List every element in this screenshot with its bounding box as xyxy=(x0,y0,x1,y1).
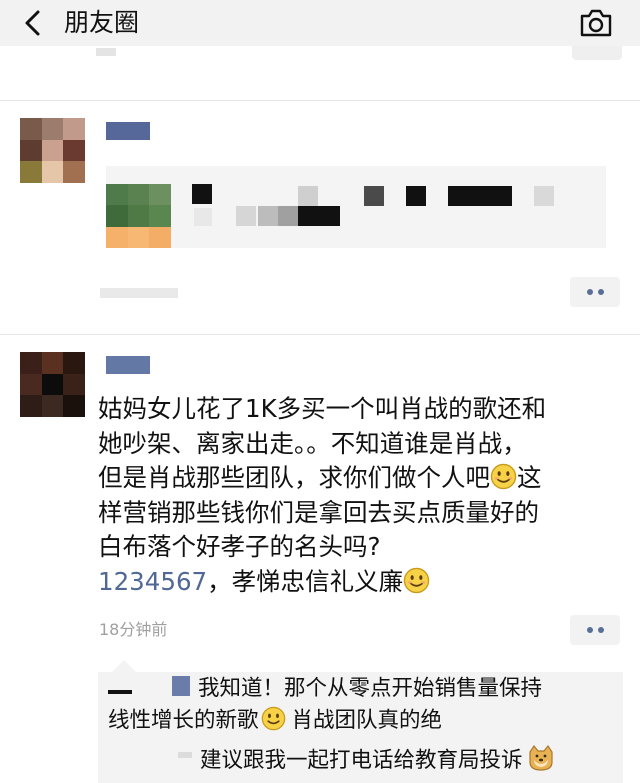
shared-link-card[interactable] xyxy=(106,166,606,248)
page-title: 朋友圈 xyxy=(64,8,140,37)
obscured-text-block xyxy=(364,186,384,206)
post-text-line: 1234567，孝悌忠信礼义廉 xyxy=(98,565,623,600)
more-actions-button[interactable] xyxy=(570,277,620,307)
post-text-fragment: ，孝悌忠信礼义廉 xyxy=(207,566,404,596)
comment-text: 线性增长的新歌 肖战团队真的绝 xyxy=(108,706,442,736)
camera-icon[interactable] xyxy=(577,6,615,40)
obscured-commenter-name[interactable] xyxy=(178,752,192,758)
obscured-text-block xyxy=(278,206,298,226)
post-text-fragment: 这 xyxy=(517,463,542,492)
post-text-line: 姑妈女儿花了1K多买一个叫肖战的歌还和 xyxy=(98,394,547,423)
post-text-fragment: 但是肖战那些团队，求你们做个人吧 xyxy=(98,463,490,492)
comment-text-fragment: 肖战团队真的绝 xyxy=(291,708,443,733)
obscured-text-block xyxy=(236,206,256,226)
post-text-line: 白布落个好孝子的名头吗? xyxy=(98,532,381,561)
obscured-text-block xyxy=(298,206,340,226)
phone-number-link[interactable]: 1234567 xyxy=(98,567,207,596)
obscured-text-block xyxy=(258,206,278,226)
comment-text: 我知道！那个从零点开始销售量保持 xyxy=(198,676,543,701)
obscured-text-block xyxy=(298,186,318,206)
obscured-commenter-name[interactable] xyxy=(108,690,132,694)
smile-emoji-icon xyxy=(261,706,285,731)
username-blurred[interactable] xyxy=(106,122,150,140)
feed-divider xyxy=(0,334,640,335)
smile-emoji-icon xyxy=(490,463,517,490)
comment-text: 建议跟我一起打电话给教育局投诉 xyxy=(200,744,555,776)
dot-icon xyxy=(586,627,593,633)
obscured-text-block xyxy=(534,186,554,206)
obscured-timestamp xyxy=(100,288,178,298)
previous-item-fragment xyxy=(96,48,116,56)
smile-emoji-icon xyxy=(403,567,430,593)
post-timestamp: 18分钟前 xyxy=(99,620,168,639)
dot-icon xyxy=(597,627,604,633)
post-text-line: 样营销那些钱你们是拿回去买点质量好的 xyxy=(98,497,539,527)
previous-more-button-fragment[interactable] xyxy=(572,46,622,60)
dot-icon xyxy=(586,289,593,295)
obscured-commenter-name[interactable] xyxy=(172,676,190,696)
obscured-text-block xyxy=(194,208,212,226)
obscured-text-block xyxy=(448,186,512,206)
post-text-line: 但是肖战那些团队，求你们做个人吧这 xyxy=(98,461,623,496)
comment-text-fragment: 建议跟我一起打电话给教育局投诉 xyxy=(200,748,523,773)
comment-box-arrow xyxy=(112,660,136,672)
avatar[interactable] xyxy=(20,118,85,183)
obscured-text-block xyxy=(192,184,212,204)
feed-divider xyxy=(0,100,640,101)
chevron-left-icon[interactable] xyxy=(18,6,48,40)
obscured-text-block xyxy=(406,186,426,206)
username-blurred[interactable] xyxy=(106,356,150,374)
dot-icon xyxy=(597,289,604,295)
doge-emoji-icon xyxy=(528,744,553,771)
avatar[interactable] xyxy=(20,352,85,417)
post-text-line: 她吵架、离家出走。。不知道谁是肖战， xyxy=(98,428,527,458)
post-body-text: 姑妈女儿花了1K多买一个叫肖战的歌还和 她吵架、离家出走。。不知道谁是肖战， 但… xyxy=(98,392,623,599)
link-thumbnail xyxy=(106,184,171,248)
more-actions-button[interactable] xyxy=(570,615,620,645)
comment-text-fragment: 线性增长的新歌 xyxy=(108,708,259,733)
